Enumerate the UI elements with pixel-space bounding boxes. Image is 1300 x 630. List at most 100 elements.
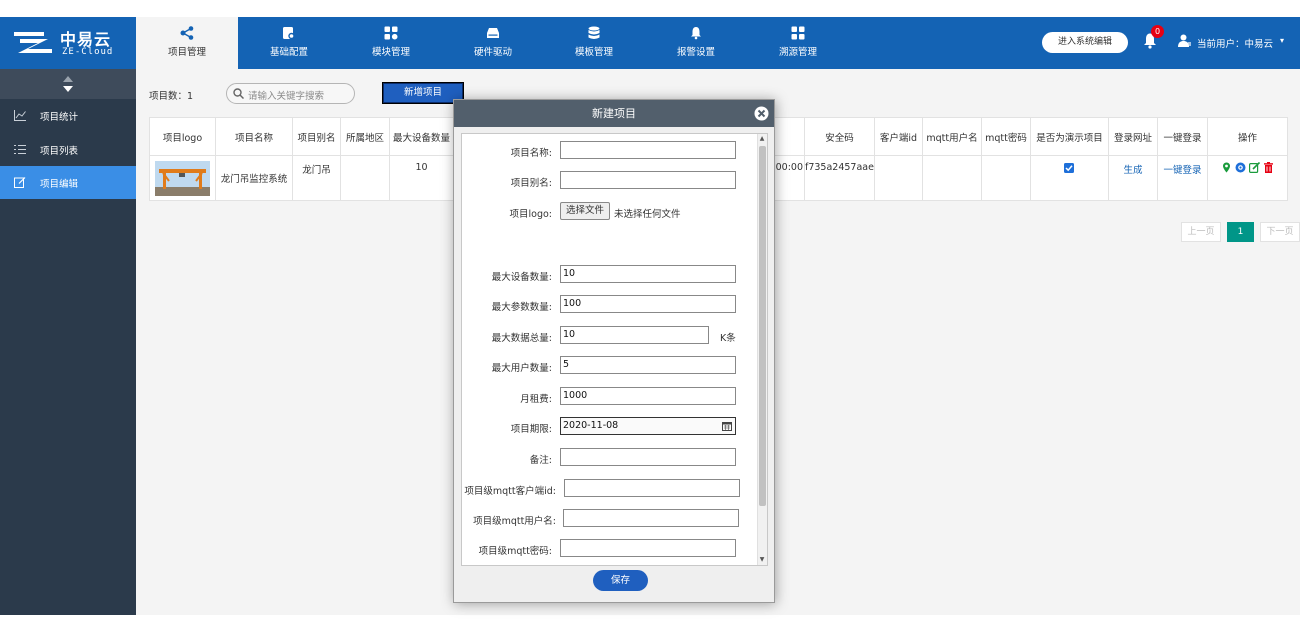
field-max-users: 最大用户数量: 5 [462,356,762,376]
nav-tab-module-management[interactable]: 模块管理 [340,17,442,69]
choose-file-button[interactable]: 选择文件 [560,202,610,220]
sidebar-collapse-toggle[interactable] [0,69,136,99]
edit-icon [14,177,26,188]
project-name-input[interactable] [560,141,736,159]
max-data-input[interactable]: 10 [560,326,709,344]
project-name-cell: 龙门吊监控系统 [215,155,293,201]
field-label: 月租费: [520,394,552,405]
scroll-up-arrow-icon[interactable]: ▲ [759,135,765,143]
project-max-devices-cell: 10 [389,155,454,201]
project-security-key-cell: f735a2457aae [804,155,875,201]
chart-line-icon [14,110,26,121]
nav-tab-label: 项目管理 [167,47,206,58]
sidebar-item-label: 项目列表 [40,146,79,157]
save-button[interactable]: 保存 [593,570,648,591]
nav-tab-trace-management[interactable]: 溯源管理 [747,17,849,69]
generate-link[interactable]: 生成 [1123,165,1142,176]
nav-tab-label: 溯源管理 [778,47,817,58]
field-label: 项目级mqtt密码: [478,546,552,557]
expiry-date-input[interactable]: 2020-11-08 [560,417,736,435]
max-params-input[interactable]: 100 [560,295,736,313]
config-icon [283,27,295,40]
delete-trash-icon[interactable] [1263,162,1274,173]
field-label: 最大数据总量: [491,333,552,344]
current-user-label[interactable]: 当前用户：中易云 [1197,36,1273,50]
list-icon [14,145,26,154]
prev-page-button[interactable]: 上一页 [1181,222,1221,242]
sidebar-item-project-stats[interactable]: 项目统计 [0,99,136,132]
field-remark: 备注: [462,448,762,468]
one-click-login-link[interactable]: 一键登录 [1163,165,1201,176]
project-alias-input[interactable] [560,171,736,189]
nav-tab-hardware-driver[interactable]: 硬件驱动 [442,17,544,69]
share-nodes-icon [180,26,194,40]
top-header: 中易云 ZE-Cloud 项目管理 基础配置 模块管理 硬件驱动 模板管理 报警… [0,17,1300,69]
scroll-down-arrow-icon[interactable]: ▼ [759,556,765,564]
file-status-text: 未选择任何文件 [614,209,681,220]
mqtt-password-input[interactable] [560,539,736,557]
nav-tab-label: 基础配置 [269,47,308,58]
field-label: 最大参数数量: [491,302,552,313]
project-logo-image [155,160,210,196]
search-input[interactable]: 请输入关键字搜索 [226,83,355,104]
col-header-max-devices: 最大设备数量 [389,117,454,156]
new-project-dialog: 新建项目 项目名称: 项目别名: 项目logo: 选择文件 未选择任何文件 最大… [453,99,775,603]
user-dropdown-caret[interactable]: ▾ [1280,36,1284,45]
field-label: 备注: [529,455,552,466]
nav-tab-alarm-settings[interactable]: 报警设置 [645,17,747,69]
nav-tab-basic-config[interactable]: 基础配置 [238,17,340,69]
project-region-cell [340,155,390,201]
user-icon [1178,34,1191,47]
close-icon[interactable] [754,106,769,121]
trace-icon [791,26,805,40]
search-icon [233,88,244,99]
sidebar-item-project-edit[interactable]: 项目编辑 [0,166,136,199]
is-demo-checkbox[interactable] [1064,163,1075,173]
dialog-title: 新建项目 [454,100,774,127]
sidebar-item-project-list[interactable]: 项目列表 [0,133,136,166]
mqtt-client-id-input[interactable] [564,479,740,497]
mqtt-user-input[interactable] [563,509,739,527]
col-header-one-click-login: 一键登录 [1156,117,1208,156]
logo: 中易云 ZE-Cloud [0,17,136,69]
col-header-mqtt-password: mqtt密码 [980,117,1031,156]
config-gear-icon[interactable] [1235,162,1246,173]
nav-tab-label: 报警设置 [676,47,715,58]
monthly-fee-input[interactable]: 1000 [560,387,736,405]
calendar-icon[interactable] [722,421,732,431]
project-mqtt-user-cell [921,155,982,201]
field-label: 项目别名: [510,178,552,189]
field-max-devices: 最大设备数量: 10 [462,265,762,285]
scrollbar-thumb[interactable] [759,146,766,506]
col-header-logo: 项目logo [149,117,216,156]
dialog-scrollbar[interactable]: ▲ ▼ [757,134,767,565]
col-header-client-id: 客户端id [873,117,923,156]
field-project-logo: 项目logo: 选择文件 未选择任何文件 [462,202,762,222]
field-label: 项目logo: [509,209,553,220]
enter-system-edit-button[interactable]: 进入系统编辑 [1042,32,1128,53]
nav-tab-label: 模板管理 [574,47,613,58]
database-icon [588,26,600,39]
edit-icon[interactable] [1248,161,1261,174]
max-users-input[interactable]: 5 [560,356,736,374]
field-mqtt-client-id: 项目级mqtt客户端id: [462,479,762,499]
remark-input[interactable] [560,448,736,466]
col-header-is-demo: 是否为演示项目 [1029,117,1109,156]
field-mqtt-user: 项目级mqtt用户名: [462,509,762,529]
is-demo-cell [1029,155,1109,201]
nav-tab-template-management[interactable]: 模板管理 [543,17,645,69]
col-header-mqtt-user: mqtt用户名 [921,117,982,156]
actions-cell [1206,155,1288,201]
login-url-cell: 生成 [1107,155,1158,201]
field-project-name: 项目名称: [462,141,762,161]
field-project-alias: 项目别名: [462,171,762,191]
location-pin-icon[interactable] [1221,162,1232,173]
add-project-button[interactable]: 新增项目 [382,82,464,104]
max-data-unit: K条 [720,333,736,344]
page-1-button[interactable]: 1 [1227,222,1254,242]
one-click-login-cell: 一键登录 [1156,155,1208,201]
field-label: 项目期限: [510,424,552,435]
next-page-button[interactable]: 下一页 [1260,222,1300,242]
nav-tab-project-management[interactable]: 项目管理 [136,17,238,69]
max-devices-input[interactable]: 10 [560,265,736,283]
